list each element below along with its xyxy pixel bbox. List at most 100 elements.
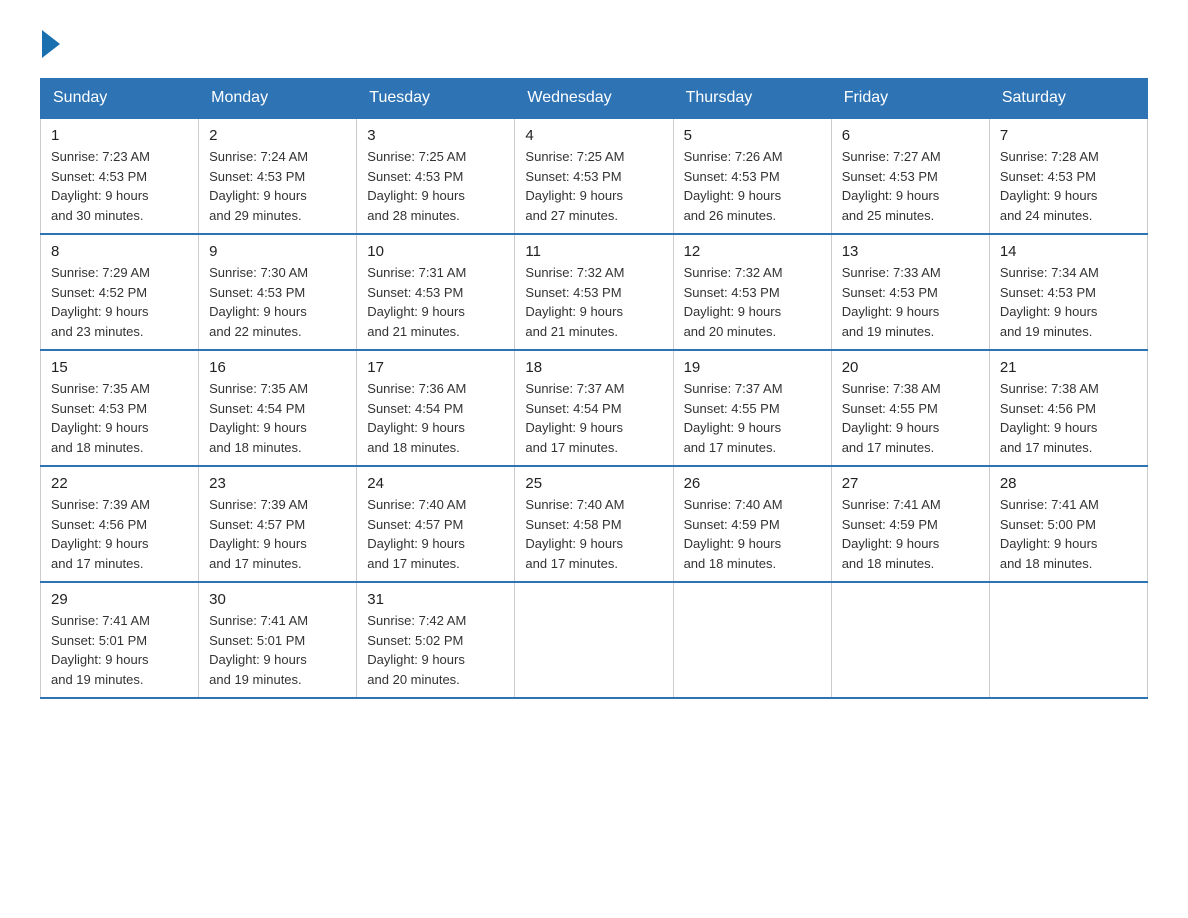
calendar-day-cell: 28 Sunrise: 7:41 AMSunset: 5:00 PMDaylig… — [989, 466, 1147, 582]
day-number: 17 — [367, 359, 504, 376]
day-info: Sunrise: 7:32 AMSunset: 4:53 PMDaylight:… — [525, 265, 624, 339]
day-info: Sunrise: 7:26 AMSunset: 4:53 PMDaylight:… — [684, 149, 783, 223]
day-info: Sunrise: 7:38 AMSunset: 4:56 PMDaylight:… — [1000, 381, 1099, 455]
day-number: 24 — [367, 475, 504, 492]
calendar-week-row: 8 Sunrise: 7:29 AMSunset: 4:52 PMDayligh… — [41, 234, 1148, 350]
day-info: Sunrise: 7:29 AMSunset: 4:52 PMDaylight:… — [51, 265, 150, 339]
day-number: 1 — [51, 127, 188, 144]
calendar-day-cell — [989, 582, 1147, 698]
weekday-header-tuesday: Tuesday — [357, 79, 515, 119]
day-number: 26 — [684, 475, 821, 492]
day-info: Sunrise: 7:36 AMSunset: 4:54 PMDaylight:… — [367, 381, 466, 455]
weekday-header-saturday: Saturday — [989, 79, 1147, 119]
calendar-day-cell — [515, 582, 673, 698]
day-number: 7 — [1000, 127, 1137, 144]
day-number: 11 — [525, 243, 662, 260]
calendar-day-cell: 9 Sunrise: 7:30 AMSunset: 4:53 PMDayligh… — [199, 234, 357, 350]
calendar-day-cell: 31 Sunrise: 7:42 AMSunset: 5:02 PMDaylig… — [357, 582, 515, 698]
day-info: Sunrise: 7:41 AMSunset: 5:00 PMDaylight:… — [1000, 497, 1099, 571]
calendar-day-cell: 2 Sunrise: 7:24 AMSunset: 4:53 PMDayligh… — [199, 118, 357, 234]
day-info: Sunrise: 7:30 AMSunset: 4:53 PMDaylight:… — [209, 265, 308, 339]
day-info: Sunrise: 7:27 AMSunset: 4:53 PMDaylight:… — [842, 149, 941, 223]
calendar-day-cell: 5 Sunrise: 7:26 AMSunset: 4:53 PMDayligh… — [673, 118, 831, 234]
day-number: 14 — [1000, 243, 1137, 260]
day-info: Sunrise: 7:40 AMSunset: 4:59 PMDaylight:… — [684, 497, 783, 571]
day-number: 8 — [51, 243, 188, 260]
day-info: Sunrise: 7:31 AMSunset: 4:53 PMDaylight:… — [367, 265, 466, 339]
day-info: Sunrise: 7:39 AMSunset: 4:57 PMDaylight:… — [209, 497, 308, 571]
weekday-header-monday: Monday — [199, 79, 357, 119]
day-info: Sunrise: 7:41 AMSunset: 5:01 PMDaylight:… — [51, 613, 150, 687]
day-number: 20 — [842, 359, 979, 376]
day-number: 25 — [525, 475, 662, 492]
calendar-day-cell: 15 Sunrise: 7:35 AMSunset: 4:53 PMDaylig… — [41, 350, 199, 466]
day-number: 18 — [525, 359, 662, 376]
day-info: Sunrise: 7:25 AMSunset: 4:53 PMDaylight:… — [525, 149, 624, 223]
day-number: 19 — [684, 359, 821, 376]
calendar-day-cell: 30 Sunrise: 7:41 AMSunset: 5:01 PMDaylig… — [199, 582, 357, 698]
calendar-day-cell: 13 Sunrise: 7:33 AMSunset: 4:53 PMDaylig… — [831, 234, 989, 350]
calendar-day-cell: 10 Sunrise: 7:31 AMSunset: 4:53 PMDaylig… — [357, 234, 515, 350]
calendar-day-cell — [673, 582, 831, 698]
day-info: Sunrise: 7:33 AMSunset: 4:53 PMDaylight:… — [842, 265, 941, 339]
page-header — [40, 30, 1148, 58]
weekday-header-sunday: Sunday — [41, 79, 199, 119]
day-number: 31 — [367, 591, 504, 608]
day-number: 29 — [51, 591, 188, 608]
calendar-day-cell: 4 Sunrise: 7:25 AMSunset: 4:53 PMDayligh… — [515, 118, 673, 234]
day-info: Sunrise: 7:24 AMSunset: 4:53 PMDaylight:… — [209, 149, 308, 223]
day-number: 15 — [51, 359, 188, 376]
day-info: Sunrise: 7:35 AMSunset: 4:53 PMDaylight:… — [51, 381, 150, 455]
calendar-day-cell: 25 Sunrise: 7:40 AMSunset: 4:58 PMDaylig… — [515, 466, 673, 582]
weekday-header-row: SundayMondayTuesdayWednesdayThursdayFrid… — [41, 79, 1148, 119]
day-number: 16 — [209, 359, 346, 376]
day-number: 2 — [209, 127, 346, 144]
day-number: 5 — [684, 127, 821, 144]
day-number: 27 — [842, 475, 979, 492]
calendar-day-cell: 12 Sunrise: 7:32 AMSunset: 4:53 PMDaylig… — [673, 234, 831, 350]
day-number: 10 — [367, 243, 504, 260]
calendar-day-cell: 17 Sunrise: 7:36 AMSunset: 4:54 PMDaylig… — [357, 350, 515, 466]
calendar-header: SundayMondayTuesdayWednesdayThursdayFrid… — [41, 79, 1148, 119]
day-number: 9 — [209, 243, 346, 260]
day-number: 28 — [1000, 475, 1137, 492]
day-number: 4 — [525, 127, 662, 144]
day-info: Sunrise: 7:28 AMSunset: 4:53 PMDaylight:… — [1000, 149, 1099, 223]
calendar-body: 1 Sunrise: 7:23 AMSunset: 4:53 PMDayligh… — [41, 118, 1148, 698]
calendar-day-cell: 3 Sunrise: 7:25 AMSunset: 4:53 PMDayligh… — [357, 118, 515, 234]
calendar-week-row: 15 Sunrise: 7:35 AMSunset: 4:53 PMDaylig… — [41, 350, 1148, 466]
day-number: 3 — [367, 127, 504, 144]
calendar-day-cell: 20 Sunrise: 7:38 AMSunset: 4:55 PMDaylig… — [831, 350, 989, 466]
calendar-week-row: 1 Sunrise: 7:23 AMSunset: 4:53 PMDayligh… — [41, 118, 1148, 234]
day-info: Sunrise: 7:41 AMSunset: 5:01 PMDaylight:… — [209, 613, 308, 687]
day-info: Sunrise: 7:37 AMSunset: 4:55 PMDaylight:… — [684, 381, 783, 455]
day-number: 30 — [209, 591, 346, 608]
day-number: 23 — [209, 475, 346, 492]
day-number: 6 — [842, 127, 979, 144]
day-info: Sunrise: 7:32 AMSunset: 4:53 PMDaylight:… — [684, 265, 783, 339]
weekday-header-friday: Friday — [831, 79, 989, 119]
calendar-week-row: 29 Sunrise: 7:41 AMSunset: 5:01 PMDaylig… — [41, 582, 1148, 698]
calendar-day-cell: 8 Sunrise: 7:29 AMSunset: 4:52 PMDayligh… — [41, 234, 199, 350]
calendar-day-cell: 14 Sunrise: 7:34 AMSunset: 4:53 PMDaylig… — [989, 234, 1147, 350]
day-info: Sunrise: 7:41 AMSunset: 4:59 PMDaylight:… — [842, 497, 941, 571]
calendar-day-cell: 27 Sunrise: 7:41 AMSunset: 4:59 PMDaylig… — [831, 466, 989, 582]
calendar-day-cell: 7 Sunrise: 7:28 AMSunset: 4:53 PMDayligh… — [989, 118, 1147, 234]
calendar-day-cell: 19 Sunrise: 7:37 AMSunset: 4:55 PMDaylig… — [673, 350, 831, 466]
day-number: 13 — [842, 243, 979, 260]
day-info: Sunrise: 7:40 AMSunset: 4:57 PMDaylight:… — [367, 497, 466, 571]
calendar-day-cell: 18 Sunrise: 7:37 AMSunset: 4:54 PMDaylig… — [515, 350, 673, 466]
logo — [40, 30, 62, 58]
day-info: Sunrise: 7:40 AMSunset: 4:58 PMDaylight:… — [525, 497, 624, 571]
calendar-day-cell: 29 Sunrise: 7:41 AMSunset: 5:01 PMDaylig… — [41, 582, 199, 698]
day-info: Sunrise: 7:35 AMSunset: 4:54 PMDaylight:… — [209, 381, 308, 455]
logo-arrow-icon — [42, 30, 60, 58]
day-number: 12 — [684, 243, 821, 260]
weekday-header-wednesday: Wednesday — [515, 79, 673, 119]
calendar-day-cell: 16 Sunrise: 7:35 AMSunset: 4:54 PMDaylig… — [199, 350, 357, 466]
day-info: Sunrise: 7:37 AMSunset: 4:54 PMDaylight:… — [525, 381, 624, 455]
calendar-day-cell: 11 Sunrise: 7:32 AMSunset: 4:53 PMDaylig… — [515, 234, 673, 350]
calendar-day-cell: 22 Sunrise: 7:39 AMSunset: 4:56 PMDaylig… — [41, 466, 199, 582]
day-info: Sunrise: 7:42 AMSunset: 5:02 PMDaylight:… — [367, 613, 466, 687]
calendar-week-row: 22 Sunrise: 7:39 AMSunset: 4:56 PMDaylig… — [41, 466, 1148, 582]
